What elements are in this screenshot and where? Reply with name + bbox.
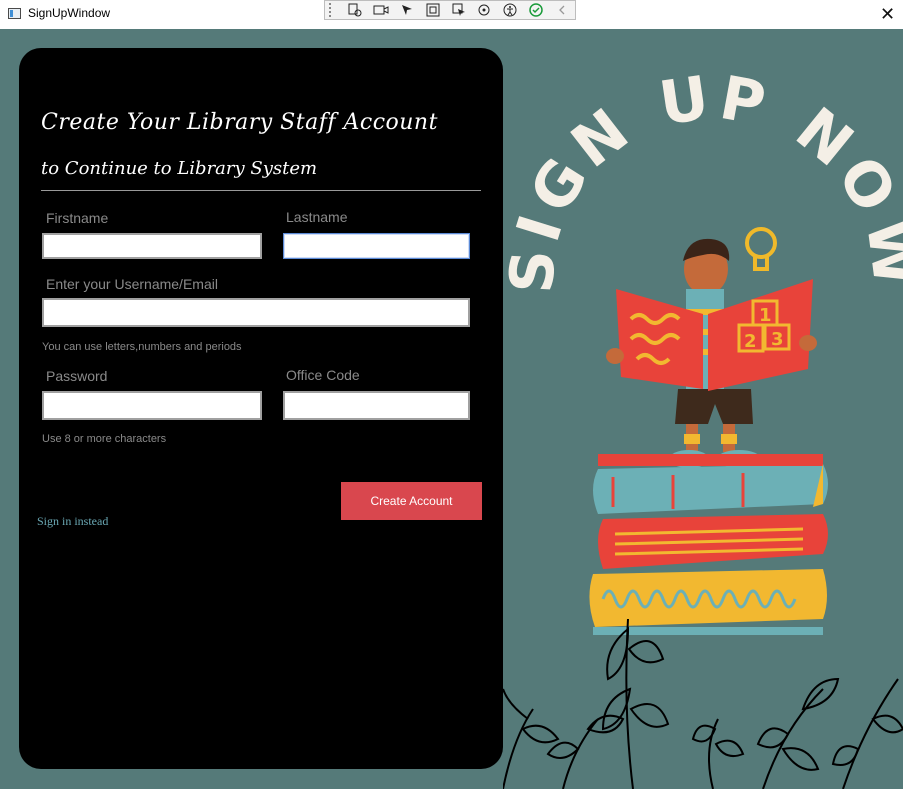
record-icon[interactable]	[373, 3, 389, 17]
username-input[interactable]	[42, 298, 470, 327]
binding-failures-icon[interactable]	[476, 3, 492, 17]
display-layout-adorners-icon[interactable]	[425, 3, 441, 17]
svg-text:1: 1	[759, 305, 772, 326]
heading-divider	[41, 190, 481, 191]
signup-card: Create Your Library Staff Account to Con…	[19, 48, 503, 769]
book-stack-icon	[589, 454, 828, 635]
toolbar-grip[interactable]	[329, 3, 336, 17]
password-hint: Use 8 or more characters	[42, 433, 167, 445]
window-icon	[8, 8, 21, 19]
office-code-input[interactable]	[283, 391, 470, 420]
form-heading: Create Your Library Staff Account	[41, 110, 438, 135]
client-area: Create Your Library Staff Account to Con…	[0, 29, 903, 789]
sign-in-link[interactable]: Sign in instead	[37, 514, 108, 529]
signup-illustration: SIGN UP NOW	[503, 62, 903, 789]
svg-text:2: 2	[744, 331, 757, 352]
accessibility-icon[interactable]	[502, 3, 518, 17]
password-label: Password	[46, 368, 108, 384]
firstname-input[interactable]	[42, 233, 262, 259]
svg-text:3: 3	[771, 329, 784, 350]
window-title: SignUpWindow	[28, 6, 111, 20]
office-code-label: Office Code	[286, 367, 360, 383]
lastname-input[interactable]	[283, 233, 470, 259]
xaml-debug-toolbar	[324, 0, 576, 20]
select-element-icon[interactable]	[399, 3, 415, 17]
track-focus-icon[interactable]	[451, 3, 467, 17]
live-tree-icon[interactable]	[347, 3, 363, 17]
leaves-decoration	[503, 618, 903, 789]
username-hint: You can use letters,numbers and periods	[42, 341, 242, 353]
close-button[interactable]: ✕	[872, 0, 903, 29]
firstname-label: Firstname	[46, 210, 109, 226]
check-icon[interactable]	[528, 3, 544, 17]
password-input[interactable]	[42, 391, 262, 420]
lastname-label: Lastname	[286, 209, 348, 225]
create-account-button[interactable]: Create Account	[341, 482, 482, 520]
collapse-icon[interactable]	[554, 3, 570, 17]
form-subheading: to Continue to Library System	[41, 158, 318, 179]
lightbulb-icon	[745, 227, 777, 271]
title-bar: SignUpWindow ✕	[0, 0, 903, 29]
username-label: Enter your Username/Email	[46, 276, 218, 292]
